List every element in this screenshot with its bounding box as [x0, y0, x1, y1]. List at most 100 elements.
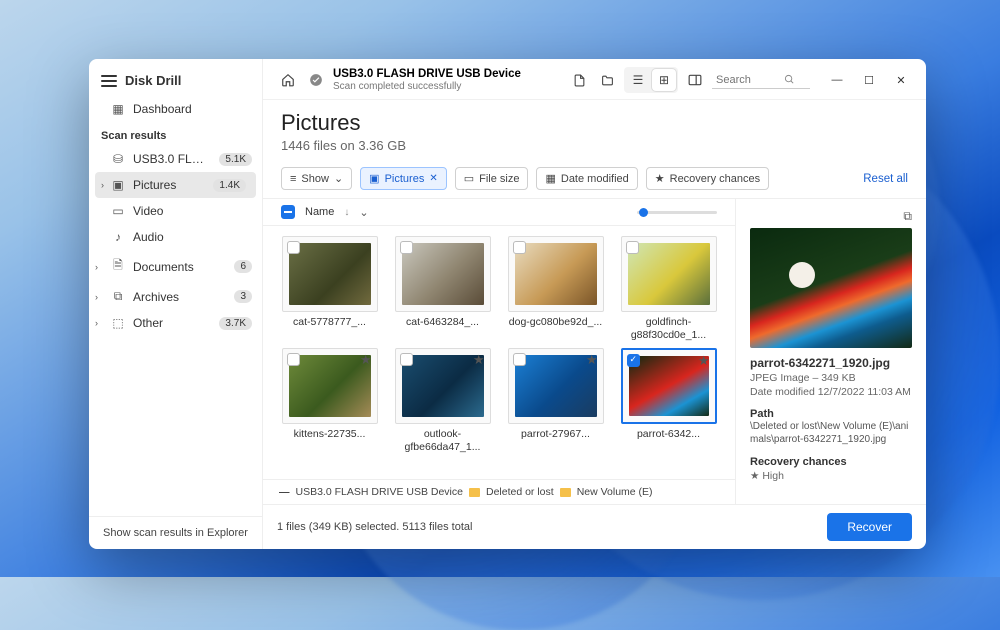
thumbnail-item[interactable]: ★ outlook-gfbe66da47_1...	[390, 348, 495, 454]
page-title: Pictures	[281, 110, 908, 136]
count-badge: 3	[234, 290, 252, 303]
file-icon[interactable]	[568, 69, 590, 91]
thumbnail-image	[289, 243, 371, 305]
reset-filters-link[interactable]: Reset all	[863, 173, 908, 185]
thumbnail-item[interactable]: goldfinch-g88f30cd0e_1...	[616, 236, 721, 342]
sidebar-item-video[interactable]: ▭Video	[89, 198, 262, 224]
thumbnail-checkbox[interactable]	[287, 353, 300, 366]
recover-button[interactable]: Recover	[827, 513, 912, 541]
app-title-row: Disk Drill	[89, 59, 262, 96]
sort-arrow-icon[interactable]: ↓	[344, 207, 349, 218]
footer-bar: 1 files (349 KB) selected. 5113 files to…	[263, 504, 926, 549]
thumbnail-filename: parrot-27967...	[521, 428, 590, 441]
documents-icon: 🗎	[111, 256, 125, 277]
thumbnail-filename: dog-gc080be92d_...	[509, 316, 602, 329]
selection-status: 1 files (349 KB) selected. 5113 files to…	[277, 521, 472, 533]
filter-bar: ≡ Show ⌄ ▣ Pictures ✕ ▭ File size ▦ Date…	[263, 159, 926, 199]
chip-label: Pictures	[385, 173, 425, 185]
count-badge: 6	[234, 260, 252, 273]
close-button[interactable]: ✕	[886, 68, 916, 92]
device-name: USB3.0 FLASH DRIVE USB Device	[333, 68, 521, 82]
sidebar-item-label: Documents	[133, 260, 226, 274]
sidebar-item-pictures[interactable]: ›▣Pictures1.4K	[95, 172, 256, 198]
thumbnail-checkbox[interactable]	[513, 353, 526, 366]
filter-chip-filesize[interactable]: ▭ File size	[455, 167, 529, 190]
chevron-down-icon: ⌄	[334, 172, 343, 185]
video-icon: ▭	[111, 204, 125, 218]
chevron-right-icon: ›	[95, 262, 98, 272]
titlebar: USB3.0 FLASH DRIVE USB Device Scan compl…	[263, 59, 926, 100]
check-badge-icon	[305, 69, 327, 91]
remove-chip-icon[interactable]: ✕	[429, 173, 437, 184]
file-icon: ▭	[464, 172, 474, 185]
sidebar-item-usb[interactable]: ⛁USB3.0 FLASH DRIVE US...5.1K	[89, 146, 262, 172]
thumbnail-item[interactable]: cat-5778777_...	[277, 236, 382, 342]
thumbnail-checkbox[interactable]	[626, 241, 639, 254]
breadcrumb-segment[interactable]: Deleted or lost	[486, 486, 554, 498]
select-all-checkbox[interactable]	[281, 205, 295, 219]
sidebar-item-label: USB3.0 FLASH DRIVE US...	[133, 152, 211, 166]
view-grid-icon[interactable]: ⊞	[652, 69, 676, 91]
column-header-row: Name ↓ ⌄	[263, 199, 735, 226]
search-input[interactable]	[716, 74, 780, 86]
folder-icon[interactable]	[596, 69, 618, 91]
thumbnail-checkbox[interactable]	[627, 354, 640, 367]
view-list-icon[interactable]: ☰	[626, 69, 650, 91]
thumbnail-item[interactable]: dog-gc080be92d_...	[503, 236, 608, 342]
usb-icon: ⛁	[111, 152, 125, 166]
zoom-thumb[interactable]	[639, 208, 648, 217]
sidebar-item-label: Audio	[133, 230, 252, 244]
preview-meta: JPEG Image – 349 KB	[750, 372, 912, 384]
minimize-button[interactable]: —	[822, 68, 852, 92]
scan-status: Scan completed successfully	[333, 81, 521, 92]
chevron-right-icon: ›	[95, 292, 98, 302]
audio-icon: ♪	[111, 230, 125, 244]
count-badge: 1.4K	[213, 179, 246, 192]
maximize-button[interactable]: ☐	[854, 68, 884, 92]
thumbnail-filename: cat-6463284_...	[406, 316, 479, 329]
breadcrumb-segment[interactable]: USB3.0 FLASH DRIVE USB Device	[296, 486, 463, 498]
thumbnail-filename: parrot-6342...	[637, 428, 700, 441]
thumbnail-item[interactable]: cat-6463284_...	[390, 236, 495, 342]
column-name-label: Name	[305, 206, 334, 218]
preview-date-modified: Date modified 12/7/2022 11:03 AM	[750, 386, 912, 398]
thumbnail-filename: kittens-22735...	[294, 428, 366, 441]
menu-icon[interactable]	[101, 75, 117, 87]
image-icon: ▣	[369, 172, 379, 185]
search-icon	[784, 74, 795, 85]
chevron-down-icon[interactable]: ⌄	[359, 206, 368, 219]
thumbnail-item[interactable]: ★kittens-22735...	[277, 348, 382, 454]
thumbnail-box	[508, 236, 604, 312]
preview-path: \Deleted or lost\New Volume (E)\animals\…	[750, 420, 912, 446]
show-dropdown[interactable]: ≡ Show ⌄	[281, 167, 352, 190]
filter-chip-pictures[interactable]: ▣ Pictures ✕	[360, 167, 447, 190]
panel-toggle-icon[interactable]	[684, 69, 706, 91]
thumbnail-checkbox[interactable]	[400, 241, 413, 254]
popout-icon[interactable]: ⧉	[903, 209, 912, 224]
sidebar-item-other[interactable]: ›⬚Other3.7K	[89, 310, 262, 336]
breadcrumb: — USB3.0 FLASH DRIVE USB Device Deleted …	[263, 479, 735, 504]
sidebar-item-dashboard[interactable]: ▦ Dashboard	[89, 96, 262, 122]
main-pane: USB3.0 FLASH DRIVE USB Device Scan compl…	[263, 59, 926, 549]
sidebar-item-audio[interactable]: ♪ Audio	[89, 224, 262, 250]
thumbnail-filename: goldfinch-g88f30cd0e_1...	[619, 316, 719, 342]
thumbnail-checkbox[interactable]	[400, 353, 413, 366]
search-field[interactable]	[712, 72, 810, 89]
thumbnail-box: ★	[395, 348, 491, 424]
other-icon: ⬚	[111, 316, 125, 330]
thumbnail-item[interactable]: ★parrot-27967...	[503, 348, 608, 454]
breadcrumb-segment[interactable]: New Volume (E)	[577, 486, 653, 498]
zoom-slider[interactable]	[637, 211, 717, 214]
filter-chip-date[interactable]: ▦ Date modified	[536, 167, 637, 190]
sidebar-item-archives[interactable]: ›⧉Archives3	[89, 283, 262, 310]
thumbnail-checkbox[interactable]	[513, 241, 526, 254]
thumbnail-filename: outlook-gfbe66da47_1...	[393, 428, 493, 454]
thumbnail-checkbox[interactable]	[287, 241, 300, 254]
sidebar-item-label: Dashboard	[133, 102, 252, 116]
sidebar-item-documents[interactable]: › 🗎 Documents 6	[89, 250, 262, 283]
home-icon[interactable]	[277, 69, 299, 91]
sidebar-footer-link[interactable]: Show scan results in Explorer	[89, 516, 262, 549]
thumbnail-image	[402, 355, 484, 417]
filter-chip-recovery[interactable]: ★ Recovery chances	[646, 167, 769, 190]
thumbnail-item[interactable]: ★parrot-6342...	[616, 348, 721, 454]
